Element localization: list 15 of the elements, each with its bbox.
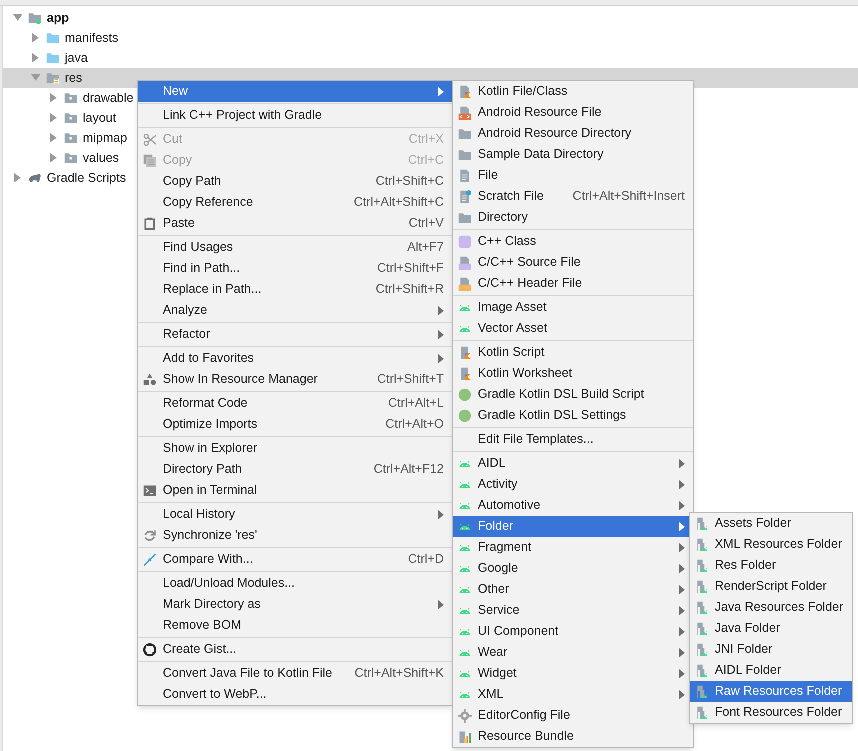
shortcut-text: Ctrl+Alt+F12 xyxy=(374,461,444,478)
shortcut-text: Ctrl+Shift+T xyxy=(377,371,444,388)
shortcut-text: Ctrl+Shift+F xyxy=(377,260,444,278)
shortcut-text: Ctrl+Alt+L xyxy=(388,395,444,412)
shortcut-text: Ctrl+Shift+C xyxy=(376,173,444,190)
shortcut-text: Ctrl+D xyxy=(408,551,444,568)
shortcut-text: Ctrl+Alt+Shift+K xyxy=(354,665,444,682)
shortcut-text: Ctrl+Alt+Shift+C xyxy=(354,194,444,212)
shortcut-text: Ctrl+Shift+R xyxy=(376,281,444,298)
shortcut-text: Ctrl+C xyxy=(408,152,444,170)
shortcut-text: Ctrl+V xyxy=(408,215,444,232)
shortcut-text: Ctrl+Alt+Shift+Insert xyxy=(572,188,685,206)
shortcut-text: Ctrl+Alt+O xyxy=(386,416,444,434)
shortcut-text: Alt+F7 xyxy=(408,239,444,256)
shortcut-text: Ctrl+X xyxy=(408,131,444,148)
